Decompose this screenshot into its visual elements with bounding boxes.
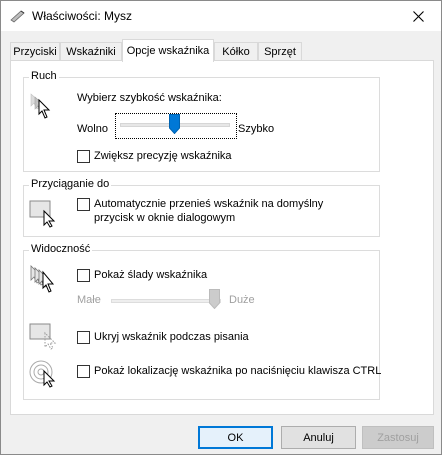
tab-pointer-options-label: Opcje wskaźnika xyxy=(126,45,210,57)
motion-group: Ruch Wybierz szybkość wskaźnika: Wolno S… xyxy=(23,70,380,172)
tab-buttons[interactable]: Przyciski xyxy=(10,42,60,61)
snap-to-default-checkbox[interactable] xyxy=(77,198,90,211)
ok-button[interactable]: OK xyxy=(198,426,273,449)
slow-label: Wolno xyxy=(77,123,108,135)
mouse-properties-window: Właściwości: Mysz Przyciski Wskaźniki Op… xyxy=(0,0,442,455)
tab-pointer-options[interactable]: Opcje wskaźnika xyxy=(122,39,214,62)
snap-to-icon xyxy=(29,200,56,228)
cancel-button[interactable]: Anuluj xyxy=(281,426,356,449)
enhance-precision-label: Zwiększ precyzję wskaźnika xyxy=(94,150,232,162)
tab-panel: Ruch Wybierz szybkość wskaźnika: Wolno S… xyxy=(10,60,434,415)
pointer-trails-icon xyxy=(30,265,55,293)
visibility-group: Widoczność Pokaż ślady wskaźnika Małe Du… xyxy=(23,243,382,400)
pointer-speed-icon xyxy=(30,93,51,119)
ctrl-locate-label: Pokaż lokalizację wskaźnika po naciśnięc… xyxy=(94,365,382,377)
snap-to-default-label-line2: przycisk w oknie dialogowym xyxy=(94,212,236,224)
tab-hardware[interactable]: Sprzęt xyxy=(258,42,302,61)
window-title: Właściwości: Mysz xyxy=(32,9,133,23)
close-icon xyxy=(412,10,424,22)
speed-label: Wybierz szybkość wskaźnika: xyxy=(77,92,222,104)
trails-slider-track[interactable] xyxy=(111,299,221,303)
tab-wheel-label: Kółko xyxy=(222,46,250,58)
apply-button[interactable]: Zastosuj xyxy=(362,426,434,449)
tab-buttons-label: Przyciski xyxy=(13,46,57,58)
fast-label: Szybko xyxy=(238,123,275,135)
trails-long-label: Duże xyxy=(229,294,255,306)
ctrl-locate-checkbox[interactable] xyxy=(77,365,90,378)
ctrl-locate-icon xyxy=(29,360,56,388)
hide-pointer-checkbox[interactable] xyxy=(77,331,90,344)
cancel-button-label: Anuluj xyxy=(303,431,334,444)
apply-button-label: Zastosuj xyxy=(377,431,419,444)
ok-button-label: OK xyxy=(227,431,244,444)
enhance-precision-checkbox[interactable] xyxy=(77,150,90,163)
tab-hardware-label: Sprzęt xyxy=(264,46,296,58)
tab-pointers[interactable]: Wskaźniki xyxy=(60,42,122,61)
close-button[interactable] xyxy=(395,1,441,31)
snap-to-group: Przyciąganie do Automatycznie przenieś w… xyxy=(23,178,380,237)
snap-to-default-label-line1: Automatycznie przenieś wskaźnik na domyś… xyxy=(94,198,324,210)
motion-legend: Ruch xyxy=(29,70,59,82)
visibility-legend: Widoczność xyxy=(29,243,93,255)
pointer-trails-label: Pokaż ślady wskaźnika xyxy=(94,269,208,281)
tab-bar: Przyciski Wskaźniki Opcje wskaźnika Kółk… xyxy=(10,39,434,62)
speed-slider-thumb[interactable] xyxy=(169,114,180,134)
snap-to-legend: Przyciąganie do xyxy=(29,178,112,190)
tab-wheel[interactable]: Kółko xyxy=(214,42,258,61)
tab-pointers-label: Wskaźniki xyxy=(66,46,116,58)
title-bar[interactable]: Właściwości: Mysz xyxy=(1,1,441,31)
trails-slider-thumb[interactable] xyxy=(209,289,220,309)
hide-pointer-label: Ukryj wskaźnik podczas pisania xyxy=(94,331,249,343)
trails-short-label: Małe xyxy=(77,294,101,306)
pointer-trails-checkbox[interactable] xyxy=(77,269,90,282)
hide-pointer-icon xyxy=(29,323,57,350)
mouse-app-icon xyxy=(10,10,25,23)
